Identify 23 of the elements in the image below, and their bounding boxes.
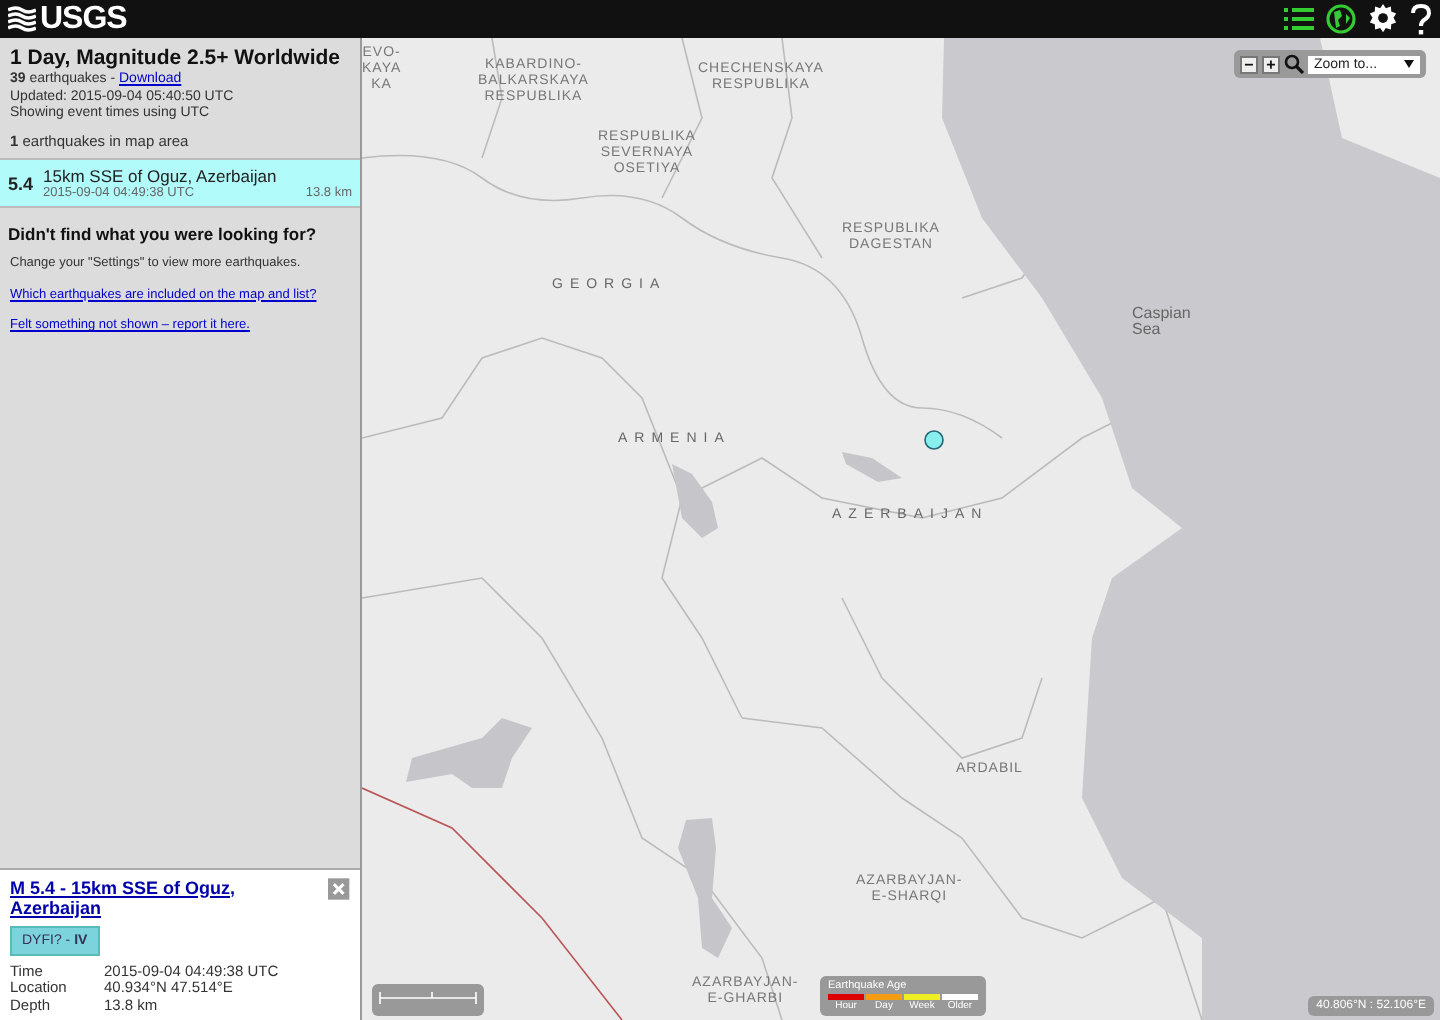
globe-icon[interactable] [1326,4,1356,34]
event-title-link[interactable]: M 5.4 - 15km SSE of Oguz, Azerbaijan [10,877,321,917]
help-icon[interactable] [1410,3,1432,35]
lake-shape [842,452,902,482]
close-icon[interactable] [328,877,350,899]
wave-logo-icon [8,5,36,33]
place-text: 15km SSE of Oguz, Azerbaijan [43,166,279,186]
usgs-logo-text[interactable]: USGS [40,3,127,35]
earthquake-marker[interactable] [924,430,944,450]
list-icon[interactable] [1284,6,1314,32]
magnitude-text: 5.4 [8,173,34,193]
lake-shape [672,464,718,538]
scale-bar-icon [372,984,484,1016]
list-title: 1 Day, Magnitude 2.5+ Worldwide [10,46,343,70]
zoom-out-button[interactable]: − [1240,55,1258,73]
settings-icon[interactable] [1368,4,1398,34]
caret-icon [1404,60,1414,68]
map-label: Caspian Sea [1132,306,1191,338]
search-icon[interactable] [1284,54,1304,74]
zoom-in-button[interactable]: + [1262,55,1280,73]
help-heading: Didn't find what you were looking for? [8,224,319,244]
lake-shape [678,818,732,958]
lake-shape [406,718,532,788]
